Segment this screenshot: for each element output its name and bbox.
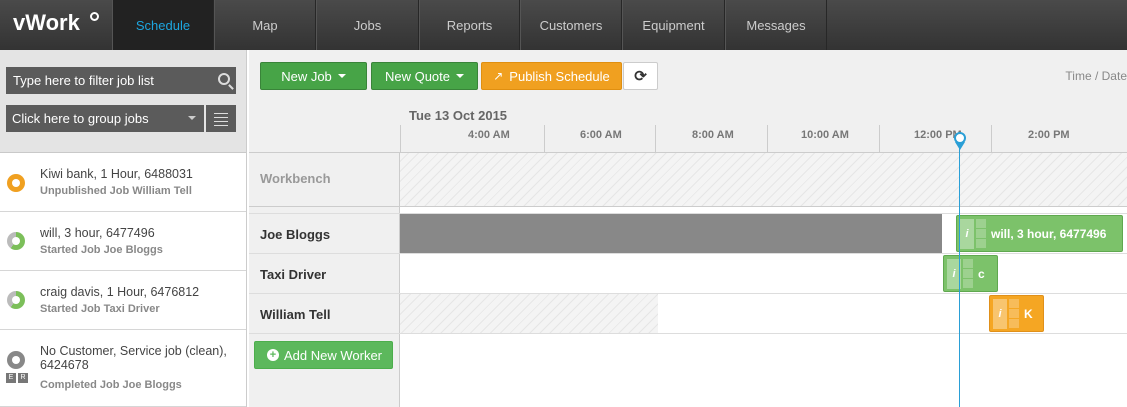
top-nav: vWork Schedule Map Jobs Reports Customer… bbox=[0, 0, 1127, 50]
logo-ring-icon bbox=[90, 12, 99, 21]
group-jobs-control: Click here to group jobs bbox=[6, 105, 236, 132]
lines-icon-bar bbox=[214, 125, 228, 126]
row-divider bbox=[249, 293, 1127, 294]
job-segments bbox=[963, 258, 973, 289]
tab-equipment[interactable]: Equipment bbox=[622, 0, 725, 50]
vwork-logo[interactable]: vWork bbox=[0, 0, 112, 50]
job-block[interactable]: i K bbox=[989, 295, 1044, 332]
job-badges: E R bbox=[6, 373, 28, 383]
job-segments bbox=[976, 218, 986, 249]
row-divider bbox=[249, 253, 1127, 254]
job-list-item[interactable]: Kiwi bank, 1 Hour, 6488031 Unpublished J… bbox=[0, 153, 246, 212]
job-status-icon bbox=[7, 232, 25, 250]
row-divider bbox=[249, 333, 1127, 334]
publish-label: Publish Schedule bbox=[509, 68, 610, 84]
workbench-label: Workbench bbox=[260, 171, 331, 186]
tick bbox=[544, 125, 545, 153]
job-status: Unpublished Job William Tell bbox=[40, 185, 192, 197]
hour-label: 10:00 AM bbox=[801, 129, 849, 141]
chevron-down-icon bbox=[456, 74, 465, 78]
refresh-icon: ⟳ bbox=[634, 68, 647, 85]
job-status-icon bbox=[7, 174, 25, 192]
tab-reports[interactable]: Reports bbox=[419, 0, 520, 50]
job-list-item[interactable]: E R No Customer, Service job (clean), 64… bbox=[0, 330, 246, 407]
hour-label: 8:00 AM bbox=[692, 129, 734, 141]
group-jobs-select[interactable]: Click here to group jobs bbox=[6, 105, 204, 132]
hour-label: 6:00 AM bbox=[580, 129, 622, 141]
job-segments bbox=[1009, 298, 1019, 329]
group-jobs-label: Click here to group jobs bbox=[12, 111, 149, 126]
tab-map[interactable]: Map bbox=[214, 0, 316, 50]
worker-name[interactable]: William Tell bbox=[260, 307, 330, 322]
worker-name[interactable]: Joe Bloggs bbox=[260, 227, 330, 242]
lines-icon bbox=[214, 113, 228, 114]
tab-schedule[interactable]: Schedule bbox=[112, 0, 214, 50]
publish-schedule-button[interactable]: ↗ Publish Schedule bbox=[481, 62, 622, 90]
job-status: Completed Job Joe Bloggs bbox=[40, 379, 182, 391]
tab-customers[interactable]: Customers bbox=[520, 0, 622, 50]
refresh-button[interactable]: ⟳ bbox=[623, 62, 658, 90]
job-filter-input[interactable]: Type here to filter job list bbox=[6, 67, 236, 94]
job-block[interactable]: i c bbox=[943, 255, 998, 292]
job-block-label: c bbox=[978, 266, 985, 281]
share-icon: ↗ bbox=[493, 69, 504, 83]
new-quote-label: New Quote bbox=[384, 68, 451, 84]
tick bbox=[991, 125, 992, 153]
tab-messages[interactable]: Messages bbox=[725, 0, 827, 50]
info-icon[interactable]: i bbox=[993, 298, 1007, 329]
schedule-toolbar: New Job New Quote ↗ Publish Schedule ⟳ T… bbox=[249, 50, 1127, 98]
hour-label: 4:00 AM bbox=[468, 129, 510, 141]
tick bbox=[879, 125, 880, 153]
badge-r: R bbox=[18, 373, 28, 383]
unavailable-period bbox=[400, 294, 658, 333]
plus-icon: + bbox=[267, 349, 279, 361]
job-block[interactable]: i will, 3 hour, 6477496 bbox=[956, 215, 1123, 252]
hour-label: 2:00 PM bbox=[1028, 129, 1070, 141]
row-divider bbox=[249, 213, 1127, 214]
job-title: craig davis, 1 Hour, 6476812 bbox=[40, 285, 200, 299]
new-job-button[interactable]: New Job bbox=[260, 62, 367, 90]
row-divider bbox=[249, 206, 1127, 207]
job-list-item[interactable]: will, 3 hour, 6477496 Started Job Joe Bl… bbox=[0, 212, 246, 271]
sidebar-controls: Type here to filter job list Click here … bbox=[0, 50, 246, 153]
badge-e: E bbox=[6, 373, 16, 383]
job-title: No Customer, Service job (clean), 642467… bbox=[40, 344, 227, 372]
job-block-label: K bbox=[1024, 306, 1033, 321]
lines-icon-bar bbox=[214, 121, 228, 122]
current-time-line bbox=[959, 140, 960, 407]
worker-name[interactable]: Taxi Driver bbox=[260, 267, 326, 282]
info-icon[interactable]: i bbox=[960, 218, 974, 249]
job-title: Kiwi bank, 1 Hour, 6488031 bbox=[40, 167, 193, 181]
new-quote-button[interactable]: New Quote bbox=[371, 62, 478, 90]
job-status-icon bbox=[7, 291, 25, 309]
group-options-button[interactable] bbox=[206, 105, 236, 132]
job-block-label: will, 3 hour, 6477496 bbox=[991, 226, 1107, 241]
job-status: Started Job Joe Bloggs bbox=[40, 244, 163, 256]
timeline-date: Tue 13 Oct 2015 bbox=[409, 108, 508, 123]
add-worker-label: Add New Worker bbox=[284, 347, 383, 363]
workbench-lane[interactable] bbox=[400, 153, 1127, 206]
lines-icon-bar bbox=[214, 117, 228, 118]
tick bbox=[400, 125, 401, 153]
time-date-label[interactable]: Time / Date bbox=[1065, 69, 1127, 83]
clock-icon[interactable] bbox=[954, 132, 966, 144]
logo-text: vWork bbox=[13, 10, 80, 35]
tab-jobs[interactable]: Jobs bbox=[316, 0, 419, 50]
chevron-down-icon bbox=[188, 116, 196, 120]
tick bbox=[655, 125, 656, 153]
job-title: will, 3 hour, 6477496 bbox=[40, 226, 155, 240]
job-status-icon bbox=[7, 351, 25, 369]
search-icon[interactable] bbox=[218, 73, 230, 85]
timeline-header: Tue 13 Oct 2015 4:00 AM 6:00 AM 8:00 AM … bbox=[249, 98, 1127, 153]
filter-placeholder: Type here to filter job list bbox=[13, 73, 154, 88]
new-job-label: New Job bbox=[281, 68, 332, 84]
tick bbox=[767, 125, 768, 153]
add-new-worker-button[interactable]: + Add New Worker bbox=[254, 341, 393, 369]
unavailable-block bbox=[400, 214, 942, 253]
job-status: Started Job Taxi Driver bbox=[40, 303, 160, 315]
job-list-item[interactable]: craig davis, 1 Hour, 6476812 Started Job… bbox=[0, 271, 246, 330]
chevron-down-icon bbox=[337, 74, 346, 78]
